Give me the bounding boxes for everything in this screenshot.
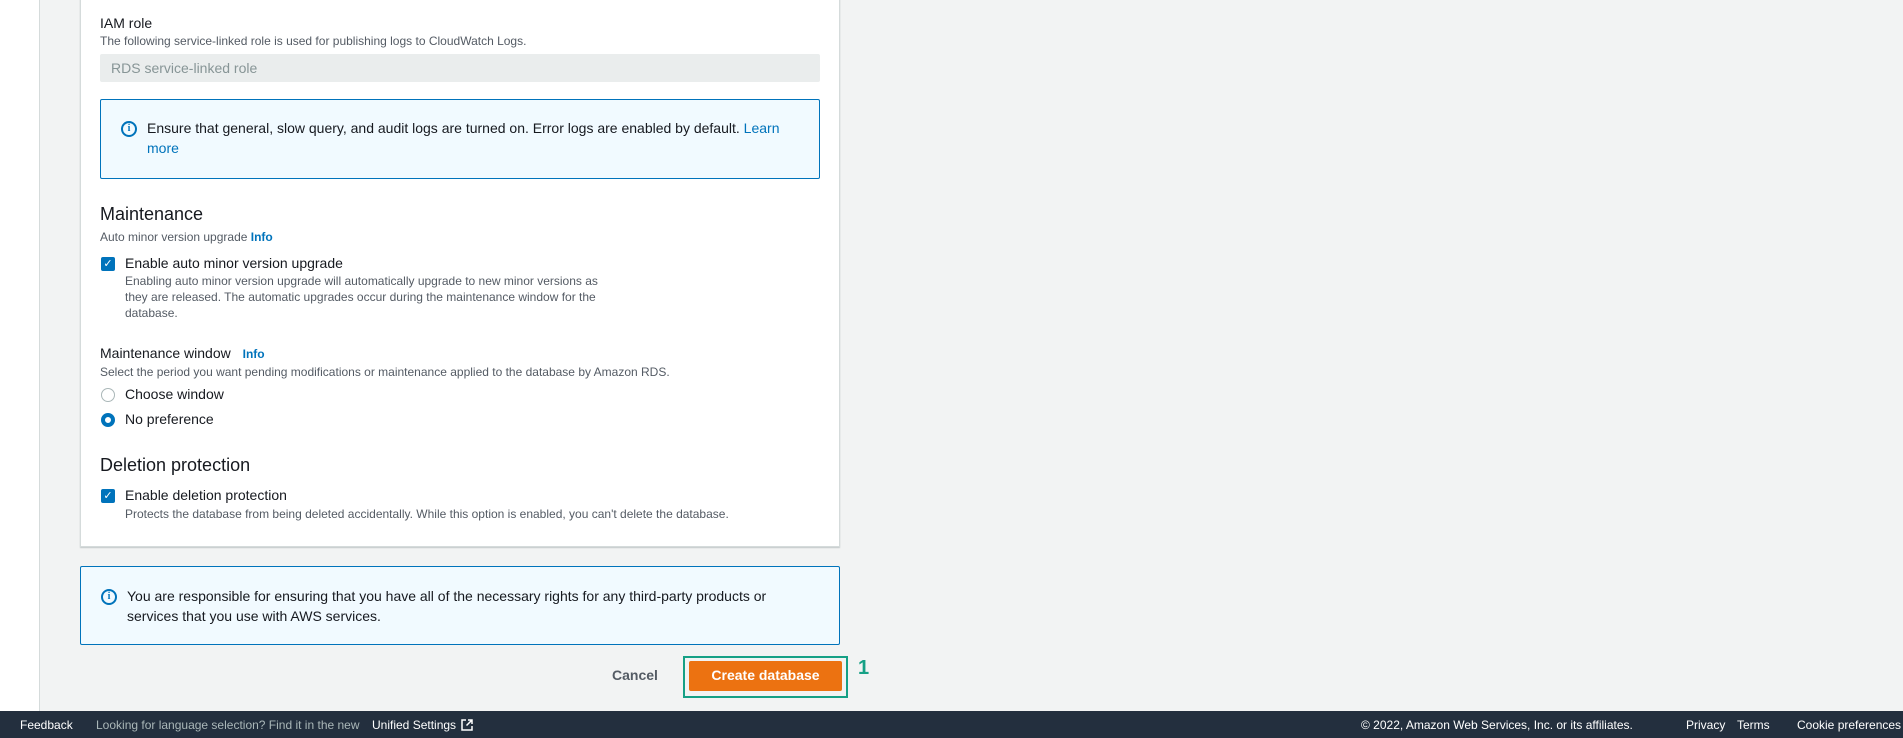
no-preference-label[interactable]: No preference	[125, 411, 214, 427]
learn-more-link-part1[interactable]: Learn	[744, 120, 780, 136]
auto-upgrade-desc-1: Enabling auto minor version upgrade will…	[125, 274, 598, 288]
auto-upgrade-label[interactable]: Enable auto minor version upgrade	[125, 255, 343, 271]
maintenance-subtitle: Auto minor version upgrade Info	[100, 229, 273, 245]
cookie-preferences-link[interactable]: Cookie preferences	[1797, 718, 1901, 732]
iam-role-label: IAM role	[100, 15, 153, 31]
unified-settings-label: Unified Settings	[372, 718, 457, 732]
step-marker: 1	[858, 657, 870, 679]
rights-info-alert: i You are responsible for ensuring that …	[80, 566, 840, 645]
maintenance-window-info-link[interactable]: Info	[243, 347, 265, 361]
maintenance-window-label: Maintenance window Info	[100, 345, 265, 361]
auto-upgrade-subtitle: Auto minor version upgrade	[100, 230, 248, 244]
auto-upgrade-desc-3: database.	[125, 306, 178, 320]
logs-alert-message: Ensure that general, slow query, and aud…	[147, 120, 740, 136]
deletion-protection-label[interactable]: Enable deletion protection	[125, 487, 287, 503]
language-prompt: Looking for language selection? Find it …	[96, 718, 360, 732]
external-link-icon	[461, 719, 474, 731]
left-navigation-rail	[0, 0, 40, 711]
deletion-protection-desc: Protects the database from being deleted…	[125, 507, 729, 521]
additional-configuration-panel: IAM role The following service-linked ro…	[80, 0, 840, 547]
privacy-link[interactable]: Privacy	[1686, 718, 1725, 732]
copyright: © 2022, Amazon Web Services, Inc. or its…	[1361, 718, 1633, 732]
iam-role-description: The following service-linked role is use…	[100, 34, 527, 48]
maintenance-window-text: Maintenance window	[100, 345, 231, 361]
info-icon: i	[101, 589, 117, 605]
maintenance-heading: Maintenance	[100, 204, 204, 224]
deletion-protection-checkbox[interactable]: ✓	[101, 489, 115, 503]
terms-link[interactable]: Terms	[1737, 718, 1770, 732]
iam-role-field: RDS service-linked role	[100, 54, 820, 82]
logs-info-alert: i Ensure that general, slow query, and a…	[100, 99, 820, 179]
info-icon: i	[121, 121, 137, 137]
feedback-link[interactable]: Feedback	[20, 718, 73, 732]
learn-more-link-part2[interactable]: more	[147, 140, 179, 156]
create-database-button[interactable]: Create database	[689, 661, 842, 691]
rights-alert-line2: services that you use with AWS services.	[127, 608, 381, 624]
maintenance-info-link[interactable]: Info	[251, 230, 273, 244]
choose-window-label[interactable]: Choose window	[125, 386, 224, 402]
auto-upgrade-checkbox[interactable]: ✓	[101, 257, 115, 271]
deletion-protection-heading: Deletion protection	[100, 455, 251, 475]
page: IAM role The following service-linked ro…	[0, 0, 1903, 738]
unified-settings-link[interactable]: Unified Settings	[372, 718, 474, 732]
no-preference-radio[interactable]	[101, 413, 115, 427]
rights-alert-line1: You are responsible for ensuring that yo…	[127, 588, 767, 604]
maintenance-window-desc: Select the period you want pending modif…	[100, 365, 670, 379]
auto-upgrade-desc-2: they are released. The automatic upgrade…	[125, 290, 596, 304]
cancel-button[interactable]: Cancel	[612, 667, 658, 683]
footer: Feedback Looking for language selection?…	[0, 711, 1903, 738]
logs-alert-text: Ensure that general, slow query, and aud…	[147, 118, 807, 158]
choose-window-radio[interactable]	[101, 388, 115, 402]
